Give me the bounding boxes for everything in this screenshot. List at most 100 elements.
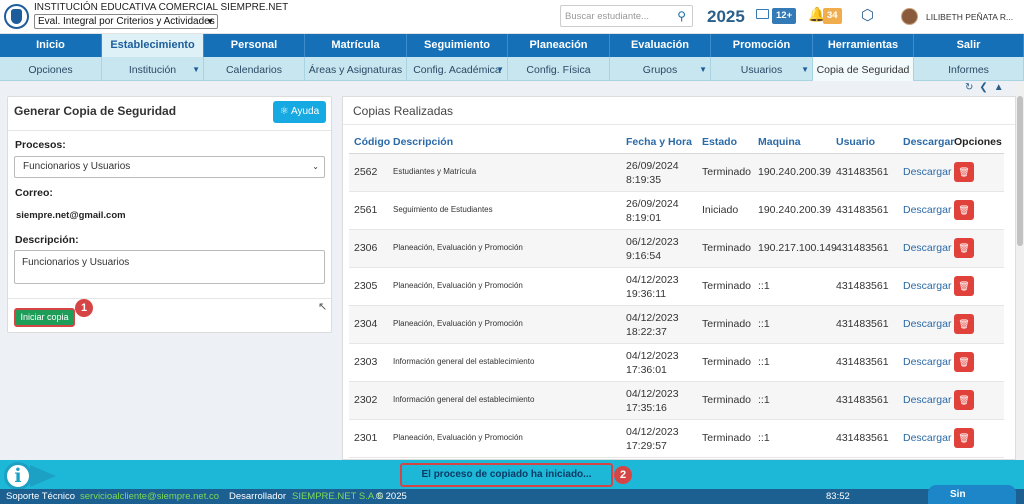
nav-item-evaluaci-n[interactable]: Evaluación bbox=[610, 34, 711, 57]
chat-widget[interactable]: Sin bbox=[928, 485, 1016, 504]
developer-link[interactable]: SIEMPRE.NET S.A.S bbox=[292, 489, 383, 504]
backup-description: Planeación, Evaluación y Promoción bbox=[393, 433, 523, 442]
backup-date: 04/12/2023 bbox=[626, 350, 679, 362]
nav-item-salir[interactable]: Salir bbox=[914, 34, 1024, 57]
search-icon[interactable]: ⚲ bbox=[677, 9, 686, 23]
mail-icon[interactable] bbox=[756, 9, 769, 19]
up-icon[interactable]: ▲ bbox=[994, 82, 1004, 93]
table-row: 2306 Planeación, Evaluación y Promoción 06… bbox=[349, 230, 1004, 268]
status-message: El proceso de copiado ha iniciado... bbox=[400, 463, 613, 487]
cube-icon[interactable]: ⬡ bbox=[861, 6, 874, 24]
download-link[interactable]: Descargar bbox=[903, 166, 951, 178]
backup-date: 04/12/2023 bbox=[626, 312, 679, 324]
backup-datetime: 04/12/2023 18:22:37 bbox=[626, 311, 679, 339]
delete-button[interactable]: 🗑 bbox=[954, 390, 974, 410]
user-name[interactable]: LILIBETH PEÑATA R... bbox=[926, 12, 1013, 22]
backup-description: Información general del establecimiento bbox=[393, 395, 535, 404]
avatar[interactable] bbox=[901, 8, 918, 25]
table-row: 2561 Seguimiento de Estudiantes 26/09/2024… bbox=[349, 192, 1004, 230]
evaluation-select[interactable]: Eval. Integral por Criterios y Actividad… bbox=[34, 14, 218, 29]
descripcion-label: Descripción: bbox=[15, 234, 79, 246]
trash-icon: 🗑 bbox=[958, 205, 970, 215]
subnav-label: Informes bbox=[948, 64, 989, 76]
delete-button[interactable]: 🗑 bbox=[954, 200, 974, 220]
notification-badge[interactable]: 34 bbox=[823, 8, 842, 24]
backup-machine: ::1 bbox=[758, 394, 770, 406]
download-link[interactable]: Descargar bbox=[903, 318, 951, 330]
download-link[interactable]: Descargar bbox=[903, 204, 951, 216]
support-email-link[interactable]: servicioalcliente@siempre.net.co bbox=[80, 489, 219, 504]
delete-button[interactable]: 🗑 bbox=[954, 276, 974, 296]
column-header-c-digo[interactable]: Código bbox=[354, 127, 390, 151]
descripcion-textarea[interactable]: Funcionarios y Usuarios bbox=[14, 250, 325, 284]
subnav-item-grupos[interactable]: Grupos ▼ bbox=[610, 57, 711, 81]
subnav-item-instituci-n[interactable]: Institución ▼ bbox=[102, 57, 204, 81]
nav-item-planeaci-n[interactable]: Planeación bbox=[508, 34, 610, 57]
help-button[interactable]: ⚛ Ayuda bbox=[273, 101, 326, 123]
nav-item-personal[interactable]: Personal bbox=[204, 34, 305, 57]
search-student-input[interactable]: Buscar estudiante... ⚲ bbox=[560, 5, 693, 27]
table-row: 2304 Planeación, Evaluación y Promoción 04… bbox=[349, 306, 1004, 344]
delete-button[interactable]: 🗑 bbox=[954, 162, 974, 182]
column-header-maquina[interactable]: Maquina bbox=[758, 127, 801, 151]
backup-datetime: 04/12/2023 17:35:16 bbox=[626, 387, 679, 415]
subnav-label: Opciones bbox=[28, 64, 73, 76]
caret-down-icon: ▼ bbox=[192, 65, 200, 74]
start-backup-button[interactable]: Iniciar copia bbox=[14, 308, 75, 327]
subnav-item-copia-de-seguridad[interactable]: Copia de Seguridad bbox=[813, 57, 914, 81]
correo-label: Correo: bbox=[15, 187, 53, 199]
procesos-label: Procesos: bbox=[15, 139, 66, 151]
backup-machine: ::1 bbox=[758, 318, 770, 330]
table-row: 2301 Planeación, Evaluación y Promoción 04… bbox=[349, 420, 1004, 458]
delete-button[interactable]: 🗑 bbox=[954, 314, 974, 334]
column-header-usuario[interactable]: Usuario bbox=[836, 127, 875, 151]
backup-time: 8:19:01 bbox=[626, 212, 662, 224]
backup-description: Información general del establecimiento bbox=[393, 357, 535, 366]
subnav-item--reas-y-asignaturas[interactable]: Áreas y Asignaturas bbox=[305, 57, 407, 81]
backup-state: Terminado bbox=[702, 318, 752, 330]
delete-button[interactable]: 🗑 bbox=[954, 238, 974, 258]
subnav-item-opciones[interactable]: Opciones bbox=[0, 57, 102, 81]
download-link[interactable]: Descargar bbox=[903, 394, 951, 406]
subnav-item-calendarios[interactable]: Calendarios bbox=[204, 57, 305, 81]
download-link[interactable]: Descargar bbox=[903, 280, 951, 292]
delete-button[interactable]: 🗑 bbox=[954, 352, 974, 372]
info-icon: i bbox=[4, 462, 32, 490]
column-header-descripci-n[interactable]: Descripción bbox=[393, 127, 453, 151]
column-header-opciones: Opciones bbox=[954, 136, 1002, 148]
scrollbar-thumb[interactable] bbox=[1017, 96, 1023, 246]
nav-item-establecimiento[interactable]: Establecimiento bbox=[102, 34, 204, 57]
download-link[interactable]: Descargar bbox=[903, 242, 951, 254]
chevron-down-icon: ▼ bbox=[206, 17, 214, 26]
nav-item-promoci-n[interactable]: Promoción bbox=[711, 34, 813, 57]
backup-code: 2561 bbox=[354, 204, 378, 216]
table-row: 2305 Planeación, Evaluación y Promoción 04… bbox=[349, 268, 1004, 306]
backup-time: 17:35:16 bbox=[626, 402, 667, 414]
subnav-item-usuarios[interactable]: Usuarios ▼ bbox=[711, 57, 813, 81]
delete-button[interactable]: 🗑 bbox=[954, 428, 974, 448]
backup-datetime: 06/12/2023 9:16:54 bbox=[626, 235, 679, 263]
backup-state: Terminado bbox=[702, 432, 752, 444]
backup-code: 2562 bbox=[354, 166, 378, 178]
backup-description: Estudiantes y Matrícula bbox=[393, 167, 477, 176]
column-header-descargar[interactable]: Descargar bbox=[903, 127, 954, 151]
backup-state: Terminado bbox=[702, 166, 752, 178]
back-icon[interactable]: ❮ bbox=[979, 82, 987, 93]
nav-item-matr-cula[interactable]: Matrícula bbox=[305, 34, 407, 57]
nav-item-inicio[interactable]: Inicio bbox=[0, 34, 102, 57]
subnav-item-informes[interactable]: Informes bbox=[914, 57, 1024, 81]
refresh-icon[interactable]: ↻ bbox=[965, 82, 973, 93]
procesos-select[interactable]: Funcionarios y Usuarios ⌄ bbox=[14, 156, 325, 178]
backup-machine: 190.240.200.39 bbox=[758, 166, 831, 178]
year-label[interactable]: 2025 bbox=[707, 7, 745, 27]
download-link[interactable]: Descargar bbox=[903, 356, 951, 368]
column-header-fecha-y-hora[interactable]: Fecha y Hora bbox=[626, 127, 692, 151]
download-link[interactable]: Descargar bbox=[903, 432, 951, 444]
subnav-item-config-acad-mica[interactable]: Config. Académica ▼ bbox=[407, 57, 508, 81]
subnav-item-config-f-sica[interactable]: Config. Física bbox=[508, 57, 610, 81]
column-header-estado[interactable]: Estado bbox=[702, 127, 737, 151]
mail-badge[interactable]: 12+ bbox=[772, 8, 797, 24]
backup-time: 8:19:35 bbox=[626, 174, 662, 186]
nav-item-seguimiento[interactable]: Seguimiento bbox=[407, 34, 508, 57]
nav-item-herramientas[interactable]: Herramientas bbox=[813, 34, 914, 57]
